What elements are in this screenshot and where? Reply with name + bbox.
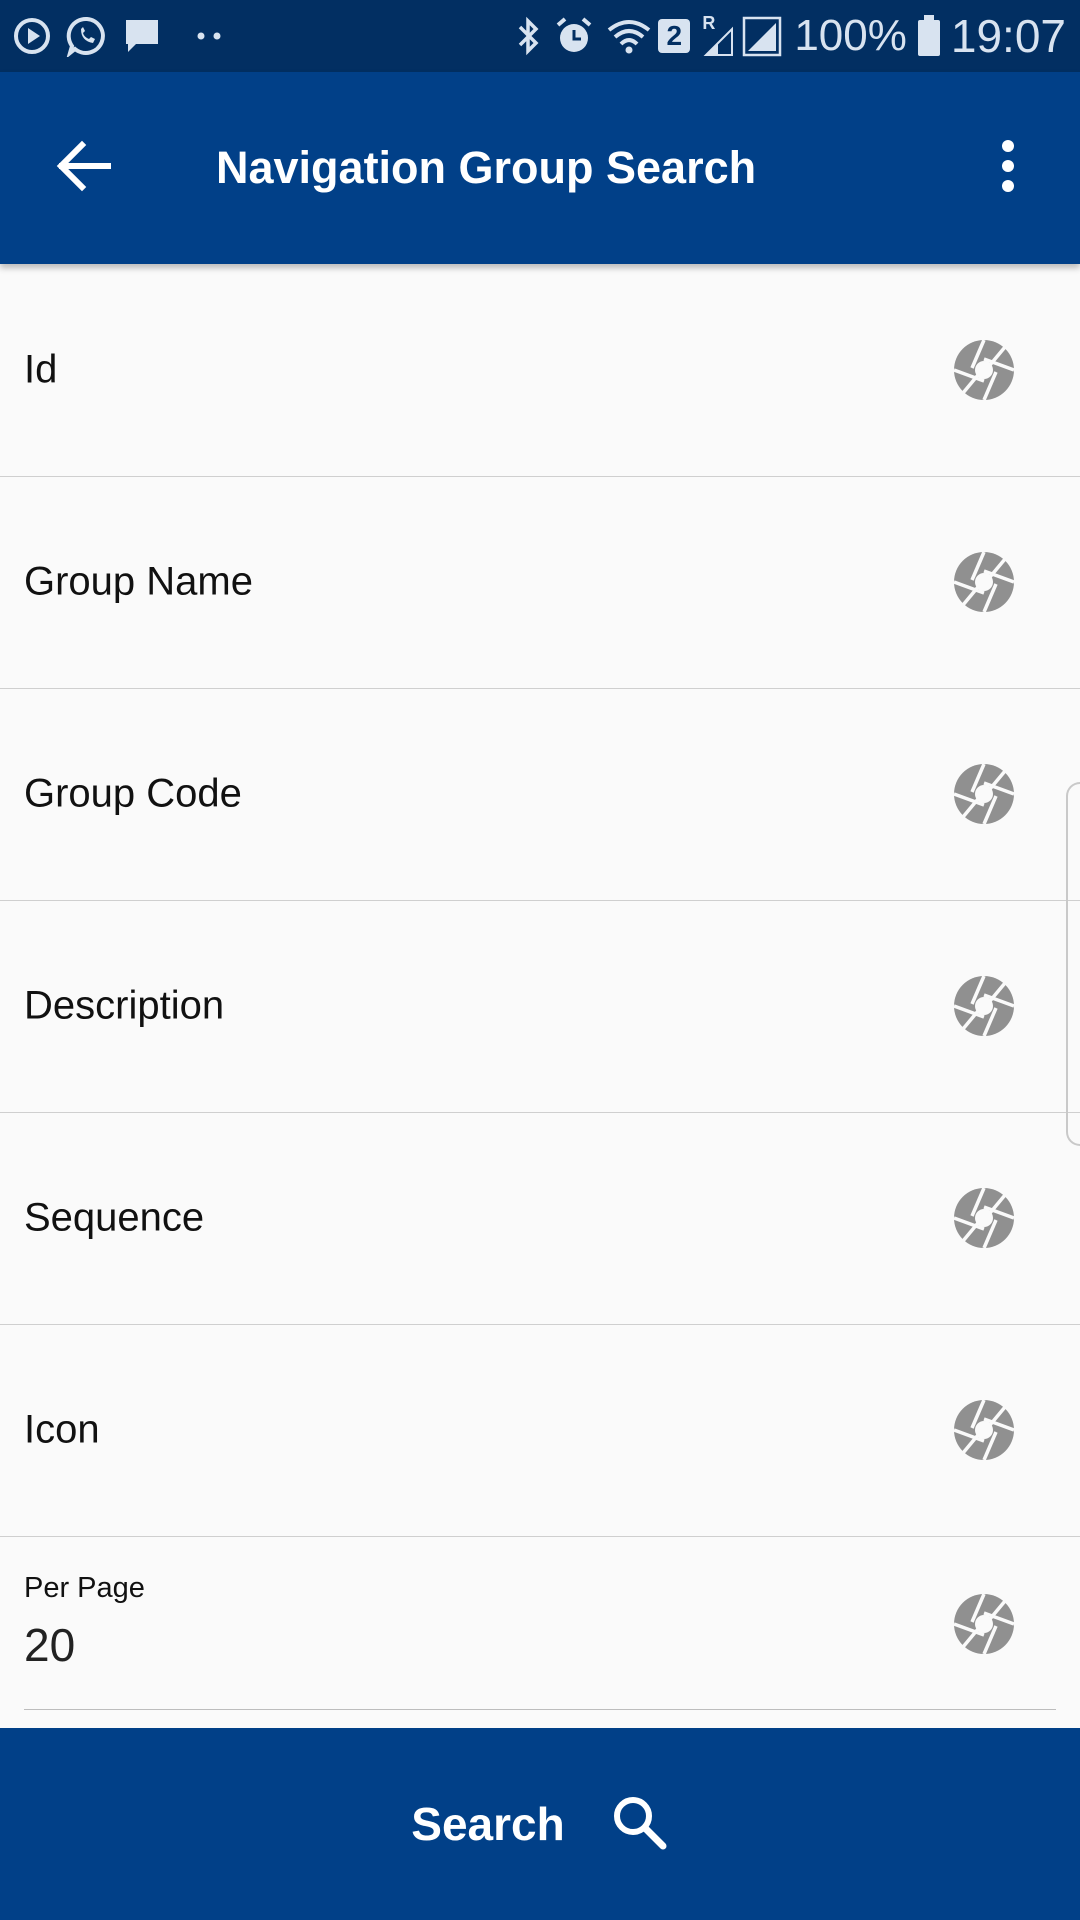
aperture-icon[interactable] — [952, 1186, 1016, 1250]
signal-icon — [742, 15, 782, 57]
notification-count-badge: 2 — [658, 19, 691, 53]
search-button-label: Search — [411, 1798, 565, 1850]
per-page-value[interactable]: 20 — [24, 1618, 75, 1672]
field-label: Group Code — [24, 771, 242, 816]
aperture-icon[interactable] — [952, 1592, 1016, 1656]
search-icon — [609, 1792, 669, 1857]
status-bar: 2 R 100% 19:07 — [0, 0, 1080, 72]
field-label: Id — [24, 347, 58, 392]
more-notifications-icon — [196, 31, 222, 41]
app-bar: Navigation Group Search — [0, 72, 1080, 264]
clock-time: 19:07 — [950, 10, 1066, 62]
status-bar-left — [12, 14, 222, 58]
play-notification-icon — [12, 16, 52, 56]
alarm-icon — [554, 15, 594, 57]
status-bar-right: 2 R 100% 19:07 — [512, 10, 1066, 62]
field-id[interactable]: Id — [0, 264, 1080, 477]
field-label: Group Name — [24, 559, 253, 604]
page-title: Navigation Group Search — [216, 142, 757, 193]
field-label: Icon — [24, 1407, 100, 1452]
field-group-code[interactable]: Group Code — [0, 688, 1080, 901]
aperture-icon[interactable] — [952, 762, 1016, 826]
field-description[interactable]: Description — [0, 900, 1080, 1113]
aperture-icon[interactable] — [952, 1398, 1016, 1462]
battery-icon — [917, 15, 941, 57]
field-group-name[interactable]: Group Name — [0, 476, 1080, 689]
field-label: Description — [24, 983, 225, 1028]
more-options-icon[interactable] — [988, 134, 1028, 198]
field-icon[interactable]: Icon — [0, 1324, 1080, 1537]
per-page-field[interactable]: Per Page 20 — [0, 1536, 1080, 1710]
wifi-icon — [606, 16, 652, 56]
aperture-icon[interactable] — [952, 338, 1016, 402]
battery-percent: 100% — [794, 11, 907, 60]
message-icon — [122, 16, 162, 56]
back-arrow-icon[interactable] — [52, 134, 116, 198]
roaming-signal-icon: R — [702, 13, 736, 57]
aperture-icon[interactable] — [952, 550, 1016, 614]
edge-panel-handle[interactable] — [1066, 782, 1080, 1146]
whatsapp-icon — [66, 15, 108, 57]
aperture-icon[interactable] — [952, 974, 1016, 1038]
per-page-label: Per Page — [24, 1572, 145, 1604]
field-label: Sequence — [24, 1195, 205, 1240]
bluetooth-icon — [512, 15, 544, 57]
input-underline — [24, 1709, 1056, 1710]
search-button[interactable]: Search — [0, 1728, 1080, 1920]
field-sequence[interactable]: Sequence — [0, 1112, 1080, 1325]
